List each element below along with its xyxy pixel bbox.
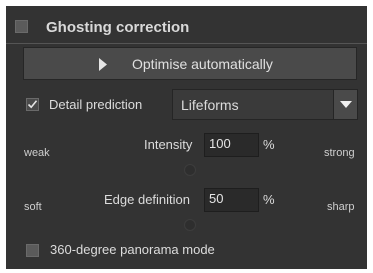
intensity-input[interactable]: 100 [204, 133, 259, 157]
checkmark-icon [27, 100, 38, 109]
detail-prediction-select[interactable]: Lifeforms [172, 89, 358, 120]
header-divider [6, 43, 367, 44]
edge-definition-input[interactable]: 50 [204, 188, 259, 212]
panorama-mode-checkbox[interactable] [26, 244, 39, 257]
chevron-down-icon [340, 101, 352, 108]
intensity-max-label: strong [324, 147, 355, 159]
intensity-min-label: weak [24, 147, 50, 159]
play-icon [99, 58, 107, 71]
edge-definition-unit: % [263, 192, 275, 207]
optimise-label: Optimise automatically [132, 56, 273, 72]
intensity-label: Intensity [144, 137, 193, 152]
detail-prediction-label: Detail prediction [49, 97, 143, 112]
intensity-unit: % [263, 137, 275, 152]
edge-min-label: soft [24, 201, 42, 213]
panorama-mode-label: 360-degree panorama mode [50, 242, 215, 257]
edge-slider-handle[interactable] [184, 219, 196, 231]
intensity-slider-handle[interactable] [184, 164, 196, 176]
panel-title: Ghosting correction [46, 19, 190, 36]
ghosting-correction-checkbox[interactable] [15, 20, 28, 33]
ghosting-panel: Ghosting correction Optimise automatical… [6, 6, 367, 269]
detail-prediction-checkbox[interactable] [26, 98, 39, 111]
optimise-automatically-button[interactable]: Optimise automatically [23, 47, 357, 80]
edge-definition-label: Edge definition [104, 192, 191, 207]
select-dropdown-button[interactable] [333, 90, 357, 119]
select-value: Lifeforms [181, 97, 239, 113]
edge-max-label: sharp [327, 201, 355, 213]
